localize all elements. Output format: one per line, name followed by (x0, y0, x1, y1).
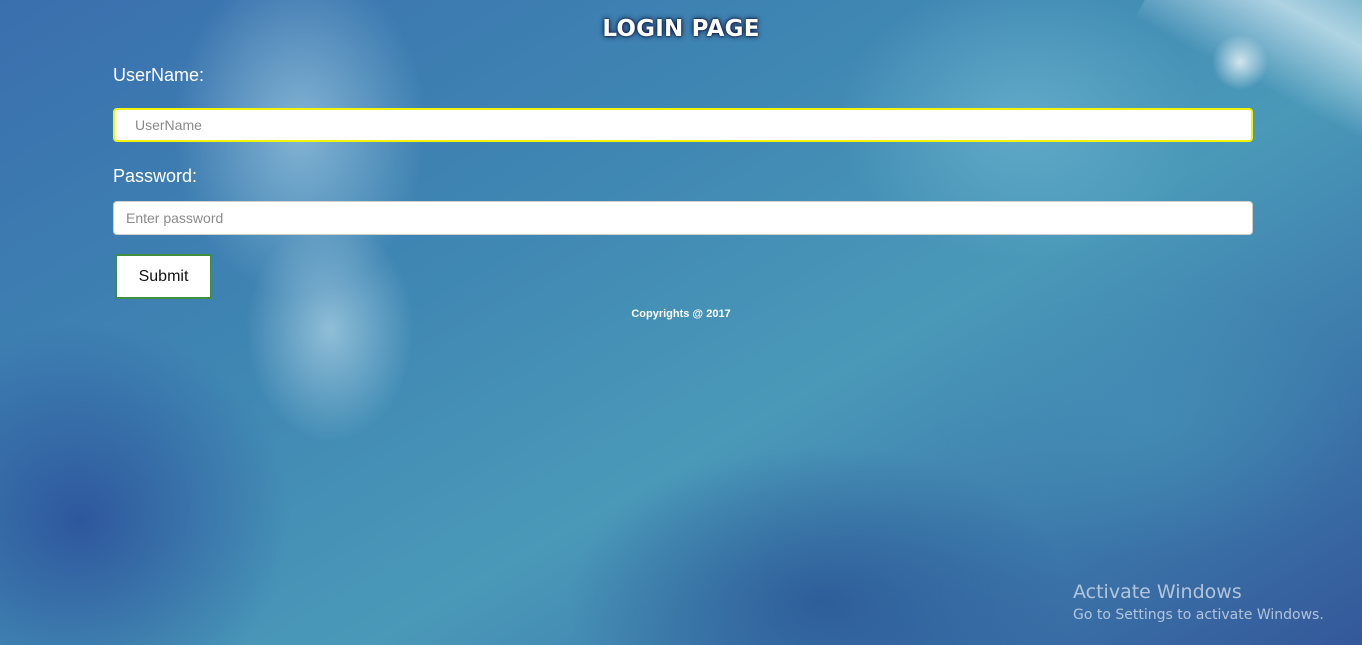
watermark-subtitle: Go to Settings to activate Windows. (1073, 607, 1324, 623)
submit-button[interactable]: Submit (115, 254, 212, 299)
password-label: Password: (113, 166, 198, 186)
username-label: UserName: (113, 65, 205, 85)
activate-windows-watermark: Activate Windows Go to Settings to activ… (1073, 580, 1324, 626)
page-title: LOGIN PAGE (602, 16, 760, 42)
password-input[interactable] (113, 201, 1253, 235)
watermark-title: Activate Windows (1073, 581, 1242, 603)
username-input[interactable] (113, 108, 1253, 142)
copyright-text: Copyrights @ 2017 (631, 308, 731, 320)
